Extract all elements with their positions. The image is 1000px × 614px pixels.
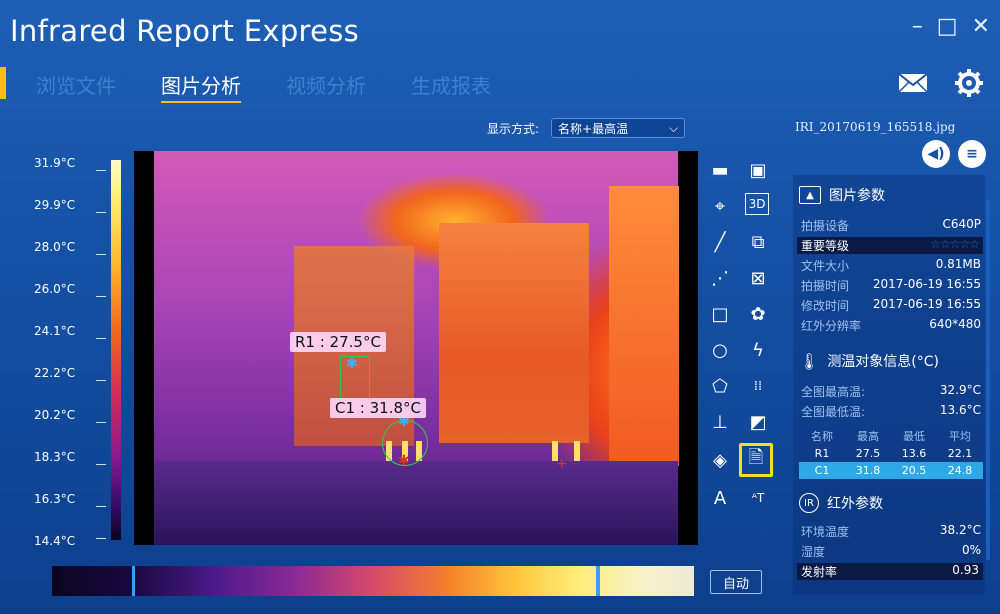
tab-generate-report[interactable]: 生成报表 bbox=[411, 70, 491, 103]
param-row: 修改时间 2017-06-19 16:55 bbox=[801, 297, 981, 313]
image-params-header: ▲ 图片参数 bbox=[799, 185, 885, 205]
save-icon[interactable]: ▣ bbox=[745, 157, 771, 183]
file-name: IRI_20170619_165518.jpg bbox=[795, 120, 956, 134]
text-icon[interactable]: A bbox=[707, 485, 733, 511]
minimize-button[interactable]: – bbox=[912, 14, 923, 39]
measure-table: 名称 最高 最低 平均 R1 27.5 13.6 22.1 C1 31.8 20.5 24.8 bbox=[799, 428, 983, 479]
thermal-image[interactable]: ✱ ✱ ✱ + R1 : 27.5°C C1 : 31.8°C bbox=[134, 151, 698, 545]
scale-label: 16.3°C bbox=[34, 492, 76, 506]
image-icon: ▲ bbox=[799, 186, 821, 204]
lightning-icon[interactable]: ϟ bbox=[745, 337, 771, 363]
param-row: 拍摄设备 C640P bbox=[801, 217, 981, 233]
display-mode-value: 名称+最高温 bbox=[558, 121, 629, 136]
histogram-bar[interactable] bbox=[52, 566, 694, 596]
tab-video-analysis[interactable]: 视频分析 bbox=[286, 70, 366, 103]
panel-scrollbar[interactable] bbox=[986, 200, 990, 560]
file-actions: ◀) ≡ bbox=[922, 140, 986, 168]
nav-accent-bar bbox=[0, 67, 6, 99]
param-row: 文件大小 0.81MB bbox=[801, 257, 981, 273]
ir-row: 环境温度 38.2°C bbox=[801, 523, 981, 539]
ir-row: 湿度 0% bbox=[801, 543, 981, 559]
rectangle-icon[interactable]: □ bbox=[707, 301, 733, 327]
layers-icon[interactable]: ◈ bbox=[707, 447, 733, 473]
display-mode: 显示方式: 名称+最高温 ⌵ bbox=[487, 118, 686, 138]
main-nav: 浏览文件 图片分析 视频分析 生成报表 bbox=[36, 70, 491, 103]
top-icons bbox=[898, 68, 984, 102]
ir-params-header: IR 红外参数 bbox=[799, 493, 883, 513]
roi-r1-label: R1 : 27.5°C bbox=[290, 332, 386, 352]
folder-icon[interactable]: ▬ bbox=[707, 157, 733, 183]
scale-label: 20.2°C bbox=[34, 408, 76, 422]
histogram-low-handle[interactable] bbox=[132, 566, 135, 596]
close-button[interactable]: ✕ bbox=[972, 14, 990, 39]
auto-button[interactable]: 自动 bbox=[710, 570, 762, 594]
measure-header: 🌡 测温对象信息(°C) bbox=[799, 351, 940, 371]
app-title: Infrared Report Express bbox=[10, 14, 360, 48]
polygon-icon[interactable]: ⬠ bbox=[707, 373, 733, 399]
histogram-high-handle[interactable] bbox=[596, 566, 600, 596]
chevron-down-icon: ⌵ bbox=[668, 120, 679, 135]
eraser-icon[interactable]: ◩ bbox=[745, 409, 771, 435]
scale-label: 26.0°C bbox=[34, 282, 76, 296]
scale-label: 24.1°C bbox=[34, 324, 76, 338]
copy-icon[interactable]: ⧉ bbox=[745, 229, 771, 255]
tab-image-analysis[interactable]: 图片分析 bbox=[161, 70, 241, 103]
roi-c1-label: C1 : 31.8°C bbox=[330, 398, 426, 418]
importance-row[interactable]: 重要等级 ☆☆☆☆☆ bbox=[797, 237, 983, 254]
scale-label: 31.9°C bbox=[34, 156, 76, 170]
display-mode-select[interactable]: 名称+最高温 ⌵ bbox=[551, 118, 686, 138]
notes-icon[interactable]: ≡ bbox=[958, 140, 986, 168]
table-row-selected[interactable]: C1 31.8 20.5 24.8 bbox=[799, 462, 983, 479]
param-row: 红外分辨率 640*480 bbox=[801, 317, 981, 333]
spot-icon[interactable]: ⌖ bbox=[707, 193, 733, 219]
ir-row-emissivity[interactable]: 发射率 0.93 bbox=[797, 563, 983, 580]
measure-row: 全图最高温: 32.9°C bbox=[801, 383, 981, 399]
color-scale-bar[interactable] bbox=[111, 160, 121, 540]
delete-icon[interactable]: ⊠ bbox=[745, 265, 771, 291]
circle-icon[interactable]: ○ bbox=[707, 337, 733, 363]
window-controls: – □ ✕ bbox=[912, 14, 990, 39]
scale-label: 28.0°C bbox=[34, 240, 76, 254]
gear-icon[interactable] bbox=[954, 68, 984, 102]
mail-icon[interactable] bbox=[898, 73, 928, 97]
max-marker-icon: ✱ bbox=[346, 356, 358, 372]
temperature-scale-labels: 31.9°C 29.9°C 28.0°C 26.0°C 24.1°C 22.2°… bbox=[34, 154, 94, 550]
export-pdf-icon[interactable]: 🗎 bbox=[739, 443, 773, 477]
floor-region bbox=[154, 461, 678, 545]
window-region bbox=[609, 186, 679, 466]
scale-label: 14.4°C bbox=[34, 534, 76, 548]
polyline-icon[interactable]: ⋰ bbox=[707, 265, 733, 291]
display-mode-label: 显示方式: bbox=[487, 121, 540, 136]
ir-icon: IR bbox=[799, 493, 819, 513]
window-region bbox=[439, 223, 589, 443]
thermometer-icon: 🌡 bbox=[799, 351, 820, 371]
scale-label: 29.9°C bbox=[34, 198, 76, 212]
scale-label: 22.2°C bbox=[34, 366, 76, 380]
info-panel: ▲ 图片参数 拍摄设备 C640P 重要等级 ☆☆☆☆☆ 文件大小 0.81MB 拍摄… bbox=[793, 175, 985, 595]
table-header: 名称 最高 最低 平均 bbox=[811, 430, 971, 443]
app-window: Infrared Report Express – □ ✕ 浏览文件 图片分析 … bbox=[0, 0, 1000, 614]
audio-icon[interactable]: ◀) bbox=[922, 140, 950, 168]
text-temperature-icon[interactable]: ᴬT bbox=[745, 485, 771, 511]
hot-marker-icon: ✱ bbox=[398, 453, 410, 469]
tab-browse-files[interactable]: 浏览文件 bbox=[36, 70, 116, 103]
thermal-image-content: ✱ ✱ ✱ + R1 : 27.5°C C1 : 31.8°C bbox=[154, 151, 679, 545]
palette-icon[interactable]: ✿ bbox=[745, 301, 771, 327]
stamp-icon[interactable]: ⊥ bbox=[707, 409, 733, 435]
param-row: 拍摄时间 2017-06-19 16:55 bbox=[801, 277, 981, 293]
measure-row: 全图最低温: 13.6°C bbox=[801, 403, 981, 419]
scale-label: 18.3°C bbox=[34, 450, 76, 464]
3d-view-icon[interactable]: 3D bbox=[745, 193, 769, 215]
scale-ticks bbox=[96, 160, 108, 540]
maximize-button[interactable]: □ bbox=[937, 14, 958, 39]
fit-icon[interactable]: ⁞⁞ bbox=[745, 373, 771, 399]
cursor-marker-icon: + bbox=[556, 456, 568, 472]
table-row[interactable]: R1 27.5 13.6 22.1 bbox=[799, 445, 983, 462]
line-icon[interactable]: ╱ bbox=[707, 229, 733, 255]
